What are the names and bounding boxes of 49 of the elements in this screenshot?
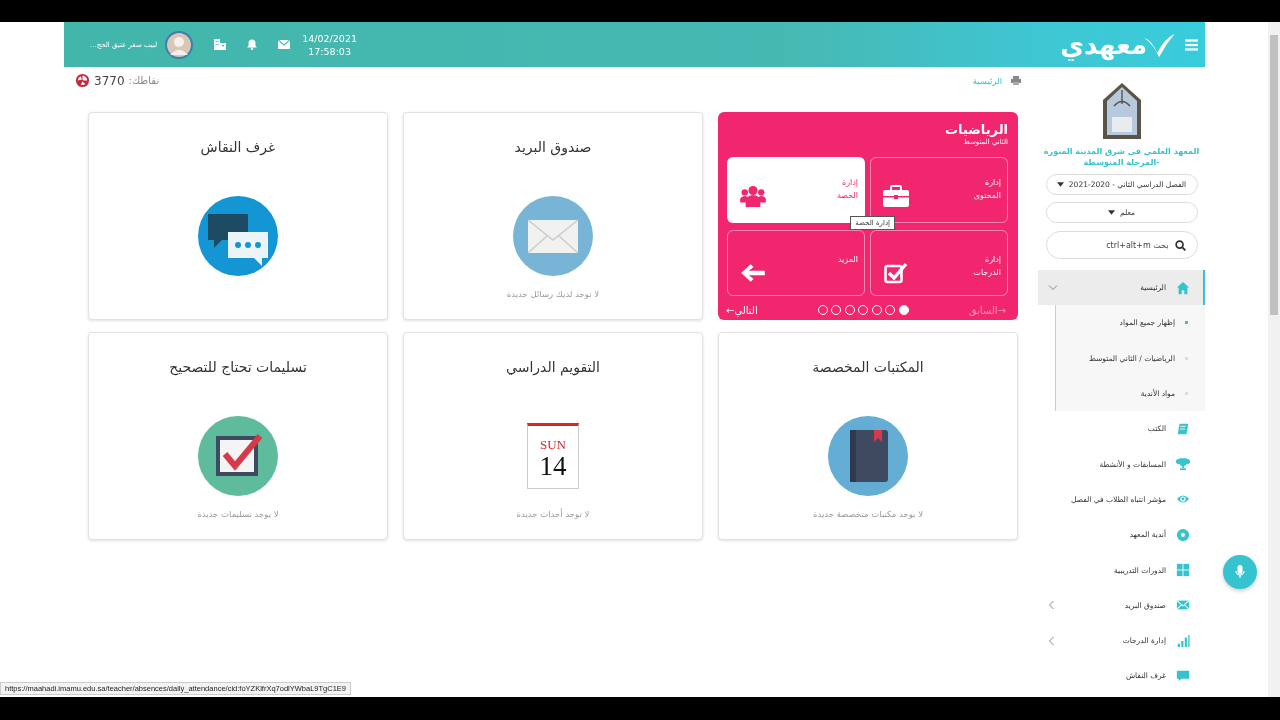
empty-message: لا يوجد تسليمات جديدة — [197, 509, 279, 519]
card-title: المكتبات المخصصة — [812, 359, 924, 377]
building-icon[interactable] — [214, 39, 227, 50]
search-icon — [1174, 239, 1186, 251]
envelope-icon[interactable] — [278, 40, 291, 49]
checkbox-icon — [883, 262, 909, 284]
menu-icon[interactable] — [1185, 38, 1198, 51]
calendar-day-number: 14 — [539, 452, 567, 480]
chat-icon — [1176, 668, 1190, 683]
swirl-icon — [75, 73, 90, 88]
next-link[interactable]: التالي← — [726, 304, 758, 316]
time-text: 17:58:03 — [308, 44, 351, 58]
emblem-icon — [1101, 82, 1142, 140]
trophy-icon — [1176, 457, 1190, 472]
briefcase-icon — [883, 185, 909, 207]
card-title: صندوق البريد — [514, 139, 592, 158]
search-field[interactable]: بحث ctrl+alt+m — [1045, 231, 1198, 259]
card-title: تسليمات تحتاج للتصحيح — [169, 359, 307, 378]
caret-icon — [1107, 210, 1115, 215]
card-title: التقويم الدراسي — [506, 359, 600, 378]
caret-icon — [1056, 182, 1064, 187]
avatar[interactable] — [165, 30, 194, 59]
school-name: المعهد العلمي في شرق المدينة المنورة -المرحلة المتوسطة — [1042, 146, 1201, 168]
empty-message: لا توجد لديك رسائل جديدة — [506, 289, 600, 299]
menu-tile[interactable]: إدارة الدرجات — [870, 230, 1008, 296]
points-value: 3770 — [94, 73, 125, 88]
arrow-left-icon — [740, 262, 766, 284]
calendar-day-name: SUN — [540, 438, 566, 452]
subject-title: الرياضيات — [944, 122, 1008, 138]
book-icon — [1176, 421, 1190, 436]
scrollbar[interactable] — [1268, 22, 1280, 697]
bar-chart-icon — [1176, 633, 1190, 648]
home-icon — [1176, 280, 1190, 295]
date-text: 14/02/2021 — [302, 31, 357, 45]
ball-icon — [1176, 527, 1190, 542]
menu-tile[interactable]: المزيد — [727, 230, 865, 296]
empty-message: لا يوجد مكتبات متخصصة جديدة — [813, 509, 923, 519]
scrollbar-thumb[interactable] — [1270, 35, 1278, 315]
people-icon — [740, 185, 766, 207]
bell-icon[interactable] — [247, 39, 258, 50]
empty-message: لا توجد أحداث جديدة — [516, 509, 590, 519]
envelope-icon — [1176, 598, 1190, 613]
points-label: نقاطك: — [128, 75, 160, 86]
microphone-button[interactable] — [1223, 555, 1257, 589]
printer-icon[interactable] — [1011, 76, 1021, 85]
card-title: غرف النقاش — [200, 139, 276, 158]
slide-dot[interactable] — [898, 305, 909, 315]
microphone-icon — [1235, 565, 1245, 579]
grid-icon — [1176, 563, 1190, 577]
